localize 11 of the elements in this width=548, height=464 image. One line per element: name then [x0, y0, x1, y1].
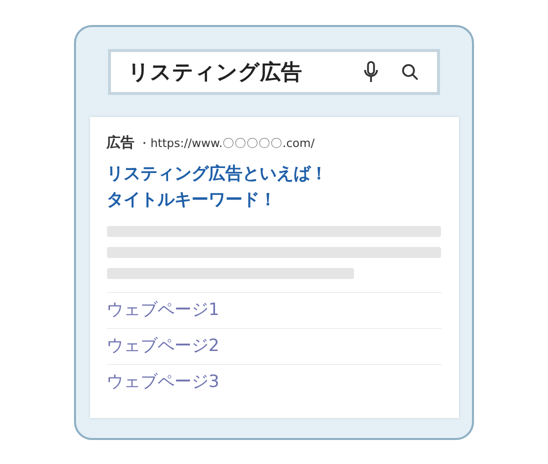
ad-label: 広告	[106, 134, 134, 152]
microphone-icon[interactable]	[363, 61, 379, 83]
ad-title-link[interactable]: タイトルキーワード！	[106, 188, 442, 212]
search-field[interactable]: リスティング広告	[108, 49, 440, 95]
search-query: リスティング広告	[128, 59, 303, 86]
sitelink[interactable]: ウェブページ1	[106, 292, 442, 328]
sitelink[interactable]: ウェブページ2	[106, 328, 442, 364]
ad-title-link[interactable]: リスティング広告といえば！	[106, 162, 442, 186]
ad-url: ・https://www.〇〇〇〇〇.com/	[138, 136, 315, 151]
search-icon[interactable]	[401, 63, 419, 81]
sitelink[interactable]: ウェブページ3	[106, 364, 442, 400]
